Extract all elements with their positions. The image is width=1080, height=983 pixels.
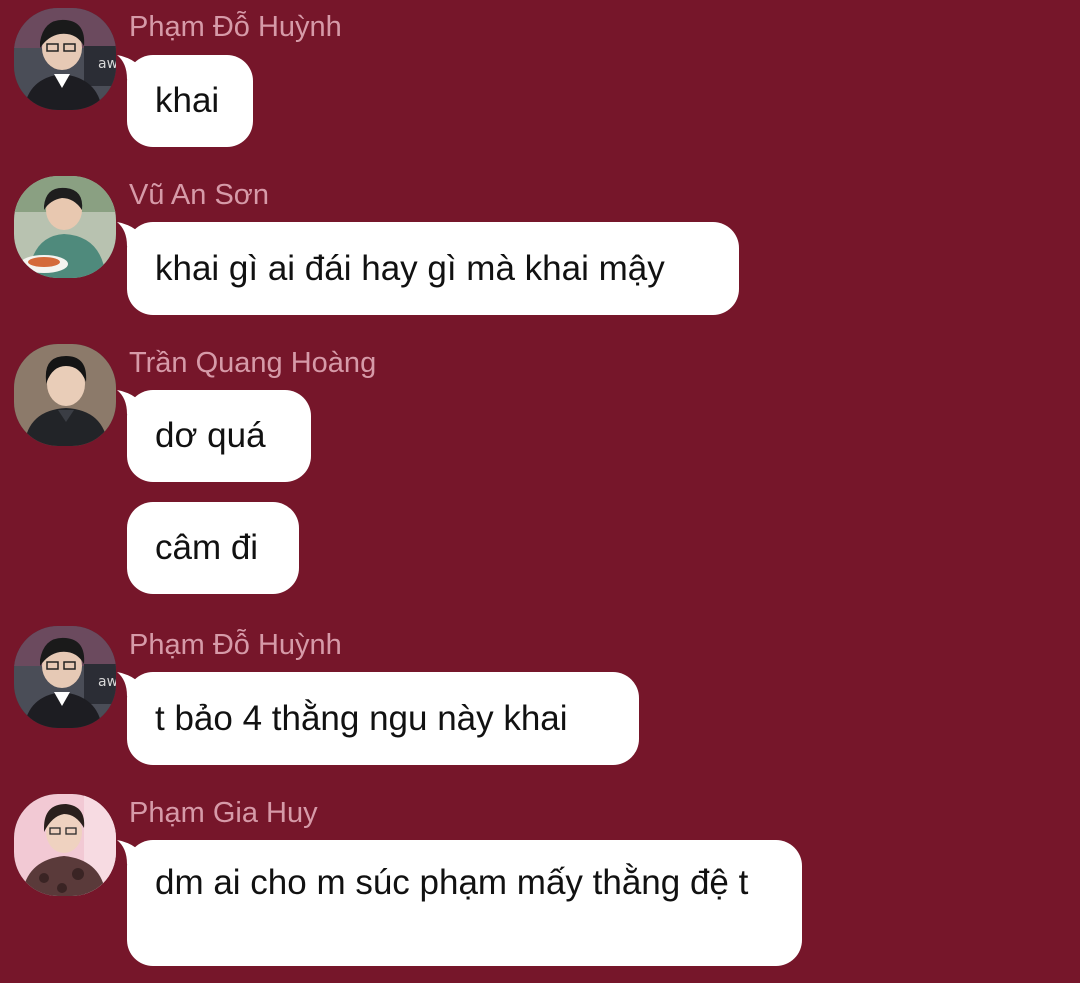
person-portrait-avatar-icon — [14, 344, 116, 446]
message-bubble[interactable]: câm đi — [127, 502, 299, 594]
sender-name: Phạm Gia Huy — [129, 797, 318, 829]
avatar[interactable]: aw — [14, 8, 116, 110]
person-in-jersey-avatar-icon: aw — [14, 8, 116, 110]
person-in-jersey-avatar-icon: aw — [14, 626, 116, 728]
message-bubble[interactable]: khai — [127, 55, 253, 147]
avatar[interactable] — [14, 794, 116, 896]
message-bubble[interactable]: khai gì ai đái hay gì mà khai mậy — [127, 222, 739, 315]
chat-message-list: aw Phạm Đỗ Huỳnh khai Vũ An Sơn khai gì … — [0, 0, 1080, 983]
person-eating-avatar-icon — [14, 176, 116, 278]
sender-name: Vũ An Sơn — [129, 179, 269, 211]
sender-name: Phạm Đỗ Huỳnh — [129, 629, 342, 661]
svg-text:aw: aw — [98, 674, 116, 690]
avatar[interactable]: aw — [14, 626, 116, 728]
avatar[interactable] — [14, 176, 116, 278]
person-pink-background-avatar-icon — [14, 794, 116, 896]
svg-text:aw: aw — [98, 56, 116, 72]
sender-name: Trần Quang Hoàng — [129, 347, 377, 379]
message-bubble[interactable]: dm ai cho m súc phạm mấy thằng đệ t — [127, 840, 802, 966]
sender-name: Phạm Đỗ Huỳnh — [129, 11, 342, 43]
message-bubble[interactable]: t bảo 4 thằng ngu này khai — [127, 672, 639, 765]
message-bubble[interactable]: dơ quá — [127, 390, 311, 482]
avatar[interactable] — [14, 344, 116, 446]
